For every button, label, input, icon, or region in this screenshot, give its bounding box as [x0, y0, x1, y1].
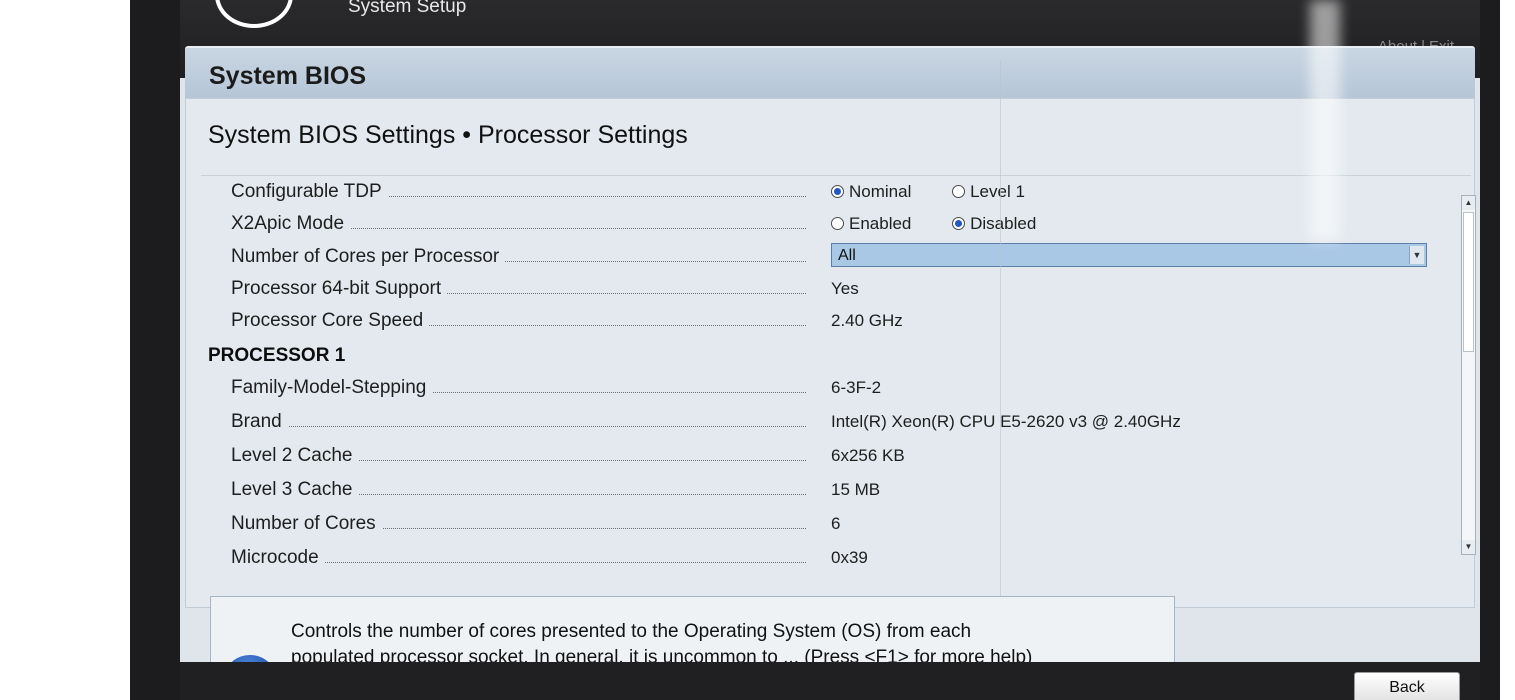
setting-label: Processor Core Speed	[231, 310, 430, 332]
info-label: Number of Cores	[231, 513, 382, 535]
x2apic-option-disabled[interactable]: Disabled	[952, 214, 1036, 234]
dotted-leader	[236, 426, 806, 427]
option-label: Level 1	[970, 182, 1025, 201]
info-value: 0x39	[831, 548, 868, 567]
info-value: 15 MB	[831, 480, 881, 499]
x2apic-option-enabled[interactable]: Enabled	[831, 214, 911, 234]
info-value: 6x256 KB	[831, 446, 905, 465]
select-value: All	[838, 247, 856, 264]
chevron-down-icon: ▼	[1409, 246, 1424, 264]
info-label: Level 3 Cache	[231, 479, 359, 501]
info-label: Brand	[231, 411, 288, 433]
setting-label: Processor 64-bit Support	[231, 278, 448, 300]
setting-label: Configurable TDP	[231, 181, 388, 203]
tdp-radio-group: Nominal Level 1	[831, 182, 1061, 202]
bios-title: System BIOS	[209, 62, 367, 90]
dell-logo	[215, 0, 293, 28]
radio-selected-icon	[952, 217, 966, 230]
settings-panel: System BIOS Settings • Processor Setting…	[185, 98, 1476, 608]
option-label: Enabled	[849, 214, 912, 233]
scroll-up-arrow-icon[interactable]: ▲	[1462, 196, 1475, 210]
bottom-bar: Back	[180, 662, 1480, 700]
x2apic-radio-group: Enabled Disabled	[831, 214, 1072, 234]
setting-label: X2Apic Mode	[231, 213, 351, 235]
scroll-down-arrow-icon[interactable]: ▼	[1462, 540, 1475, 554]
tdp-option-nominal[interactable]: Nominal	[831, 182, 911, 202]
option-label: Nominal	[849, 182, 912, 201]
back-button[interactable]: Back	[1354, 672, 1460, 700]
vertical-scrollbar[interactable]: ▲ ▼	[1461, 195, 1476, 555]
setting-row-cores-per-processor: Number of Cores per Processor All ▼	[186, 242, 1456, 272]
setting-row-x2apic-mode: X2Apic Mode Enabled Disabled	[186, 209, 1456, 239]
info-label: Level 2 Cache	[231, 445, 359, 467]
option-label: Disabled	[970, 214, 1037, 233]
info-row-microcode: Microcode 0x39	[186, 543, 1456, 573]
setting-row-core-speed: Processor Core Speed 2.40 GHz	[186, 306, 1456, 336]
help-line-1: Controls the number of cores presented t…	[291, 621, 972, 642]
info-value: 6	[831, 514, 841, 533]
bios-screen: System Setup About|Exit System BIOS Syst…	[180, 0, 1480, 700]
cores-per-processor-select[interactable]: All ▼	[831, 243, 1427, 267]
info-row-number-of-cores: Number of Cores 6	[186, 509, 1456, 539]
info-value: Intel(R) Xeon(R) CPU E5-2620 v3 @ 2.40GH…	[831, 412, 1181, 431]
setting-row-configurable-tdp: Configurable TDP Nominal Level 1	[186, 177, 1456, 207]
page-title: System BIOS Settings • Processor Setting…	[208, 121, 688, 149]
radio-selected-icon	[831, 185, 844, 198]
info-row-level2-cache: Level 2 Cache 6x256 KB	[186, 441, 1456, 471]
info-row-brand: Brand Intel(R) Xeon(R) CPU E5-2620 v3 @ …	[186, 407, 1456, 437]
setting-label: Number of Cores per Processor	[231, 246, 506, 268]
setting-value: Yes	[831, 279, 859, 298]
radio-unselected-icon	[831, 217, 844, 230]
info-row-level3-cache: Level 3 Cache 15 MB	[186, 475, 1456, 505]
info-value: 6-3F-2	[831, 378, 882, 397]
info-row-family-model-stepping: Family-Model-Stepping 6-3F-2	[186, 373, 1456, 403]
section-heading-processor-1: PROCESSOR 1	[208, 345, 346, 366]
title-divider	[201, 175, 1471, 176]
radio-unselected-icon	[952, 185, 966, 198]
setting-value: 2.40 GHz	[831, 311, 903, 330]
info-label: Microcode	[231, 547, 325, 569]
info-label: Family-Model-Stepping	[231, 377, 433, 399]
screen-glare	[1310, 0, 1340, 240]
setup-title: System Setup	[348, 0, 467, 17]
bios-header: System BIOS	[185, 46, 1475, 100]
setting-row-64bit-support: Processor 64-bit Support Yes	[186, 274, 1456, 304]
tdp-option-level1[interactable]: Level 1	[952, 182, 1025, 202]
scroll-thumb[interactable]	[1463, 212, 1474, 352]
